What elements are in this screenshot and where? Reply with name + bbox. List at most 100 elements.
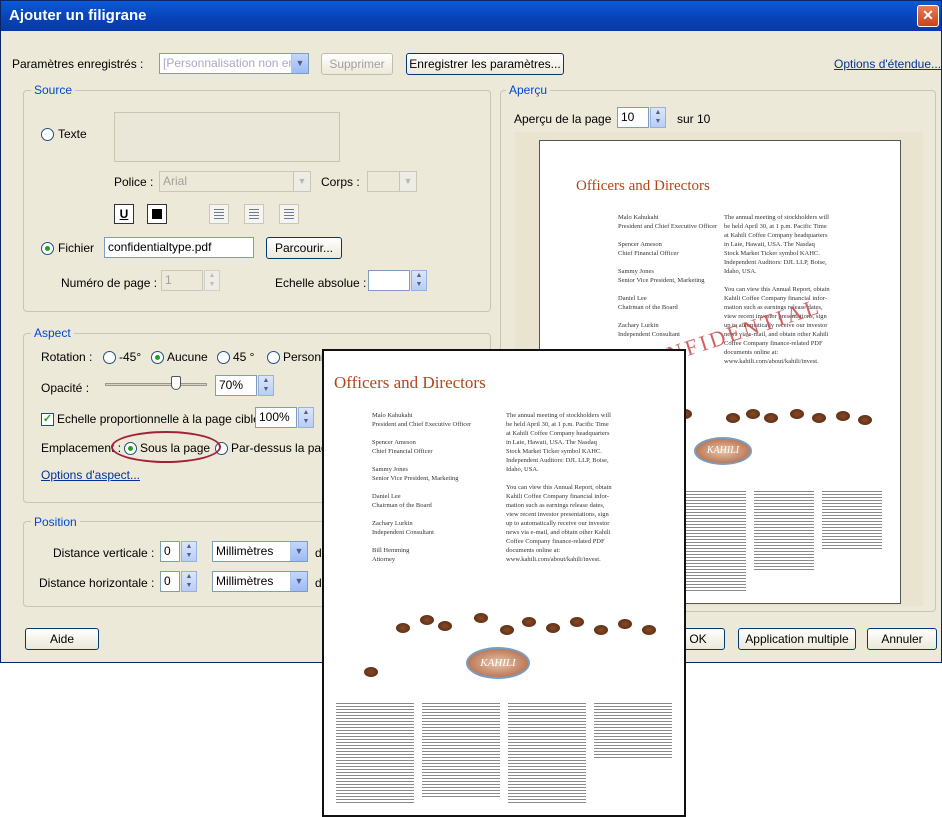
preview-doc-title: Officers and Directors [576,178,710,194]
align-left-icon[interactable] [209,204,229,224]
relative-scale-field[interactable]: 100% [255,407,297,428]
vertical-distance-field[interactable]: 0 [160,541,180,562]
body-text-column [754,491,814,571]
opacity-stepper[interactable]: ▲ ▼ [258,375,274,396]
range-options-link[interactable]: Options d'étendue... [834,57,941,71]
coffee-bean [364,667,378,677]
aspect-options-link[interactable]: Options d'aspect... [41,468,140,482]
result-names: Malo Kahukahi President and Chief Execut… [372,412,472,563]
rotation-none-label: Aucune [167,350,208,364]
rotation-minus45-label: -45° [119,350,142,364]
rotation-45-label: 45 ° [233,350,255,364]
coffee-bean [438,621,452,631]
coffee-bean [420,615,434,625]
rotation-minus45-radio[interactable] [103,351,116,364]
text-radio[interactable] [41,128,54,141]
preview-page-stepper[interactable]: ▲ ▼ [650,107,666,128]
horizontal-unit-value: Millimètres [216,574,274,588]
highlight-ellipse [111,431,221,463]
coffee-bean [764,413,778,423]
opacity-label: Opacité : [41,381,90,395]
placement-label: Emplacement : [41,441,122,455]
vertical-distance-label: Distance verticale : [53,546,155,560]
coffee-bean [836,411,850,421]
body-text-column [686,491,746,591]
coffee-bean [474,613,488,623]
saved-settings-dropdown[interactable]: [Personnalisation non enregistrée] ▼ [159,53,309,74]
coffee-bean [642,625,656,635]
cancel-button[interactable]: Annuler [867,628,937,650]
above-page-label: Par-dessus la page [231,441,335,455]
relative-scale-label: Echelle proportionnelle à la page cible [57,412,260,426]
body-text-column [594,703,672,759]
preview-page-field[interactable]: 10 [617,107,649,128]
chevron-down-icon[interactable]: ▼ [290,572,307,591]
file-option-label: Fichier [58,241,95,255]
chevron-down-icon[interactable]: ▼ [290,542,307,561]
relative-scale-checkbox[interactable]: ✓ [41,413,54,426]
horizontal-distance-field[interactable]: 0 [160,571,180,592]
text-option-label: Texte [58,127,87,141]
coffee-bean [790,409,804,419]
help-button[interactable]: Aide [25,628,99,650]
rotation-custom-radio[interactable] [267,351,280,364]
rotation-none-radio[interactable] [151,351,164,364]
text-input[interactable] [114,112,340,162]
relative-scale-stepper[interactable]: ▲ ▼ [298,407,314,428]
page-number-stepper[interactable]: ▲ ▼ [204,270,220,291]
coffee-bean [546,623,560,633]
page-number-field[interactable]: 1 [161,270,203,291]
vertical-distance-stepper[interactable]: ▲ ▼ [181,541,197,562]
chevron-down-icon[interactable]: ▼ [291,54,308,73]
page-number-label: Numéro de page : [61,276,158,290]
absolute-scale-stepper[interactable]: ▲ ▼ [411,270,427,291]
horizontal-from-label: d [315,576,322,590]
preview-page-label: Aperçu de la page [514,112,612,126]
size-dropdown[interactable]: ▼ [367,171,417,192]
chevron-down-icon[interactable]: ▼ [293,172,310,191]
horizontal-distance-label: Distance horizontale : [39,576,155,590]
absolute-scale-field[interactable] [368,270,410,291]
browse-button[interactable]: Parcourir... [266,237,342,259]
coffee-bean [812,413,826,423]
coffee-bean [522,617,536,627]
font-dropdown[interactable]: Arial ▼ [159,171,311,192]
align-right-icon[interactable] [279,204,299,224]
preview-title: Aperçu [506,83,551,97]
opacity-slider-thumb[interactable] [171,376,182,390]
coffee-bean [746,409,760,419]
vertical-unit-dropdown[interactable]: Millimètres ▼ [212,541,308,562]
file-radio[interactable] [41,242,54,255]
vertical-unit-value: Millimètres [216,544,274,558]
position-title: Position [31,515,80,529]
align-center-icon[interactable] [244,204,264,224]
font-label: Police : [114,175,154,189]
apply-multiple-button[interactable]: Application multiple [738,628,856,650]
body-text-column [422,703,500,799]
close-icon[interactable]: ✕ [917,5,939,27]
body-text-column [822,491,882,551]
file-path-field[interactable]: confidentialtype.pdf [104,237,254,258]
underline-icon[interactable]: U [114,204,134,224]
preview-names: Malo Kahukahi President and Chief Execut… [618,214,718,338]
coffee-bean [618,619,632,629]
aspect-title: Aspect [31,326,74,340]
body-text-column [336,703,414,803]
opacity-field[interactable]: 70% [215,375,257,396]
saved-settings-value: [Personnalisation non enregistrée] [163,56,308,70]
coffee-bean [594,625,608,635]
chevron-down-icon[interactable]: ▼ [399,172,416,191]
absolute-scale-label: Echelle absolue : [275,276,367,290]
result-doc-title: Officers and Directors [334,373,486,392]
save-settings-button[interactable]: Enregistrer les paramètres... [406,53,564,75]
kahili-logo: KAHILI [694,437,752,465]
delete-button[interactable]: Supprimer [321,53,393,75]
rotation-45-radio[interactable] [217,351,230,364]
horizontal-unit-dropdown[interactable]: Millimètres ▼ [212,571,308,592]
color-swatch-button[interactable] [147,204,167,224]
coffee-bean [726,413,740,423]
result-page-overlay: Officers and Directors Malo Kahukahi Pre… [322,349,686,817]
horizontal-distance-stepper[interactable]: ▲ ▼ [181,571,197,592]
size-label: Corps : [321,175,360,189]
opacity-slider-track[interactable] [105,383,207,386]
